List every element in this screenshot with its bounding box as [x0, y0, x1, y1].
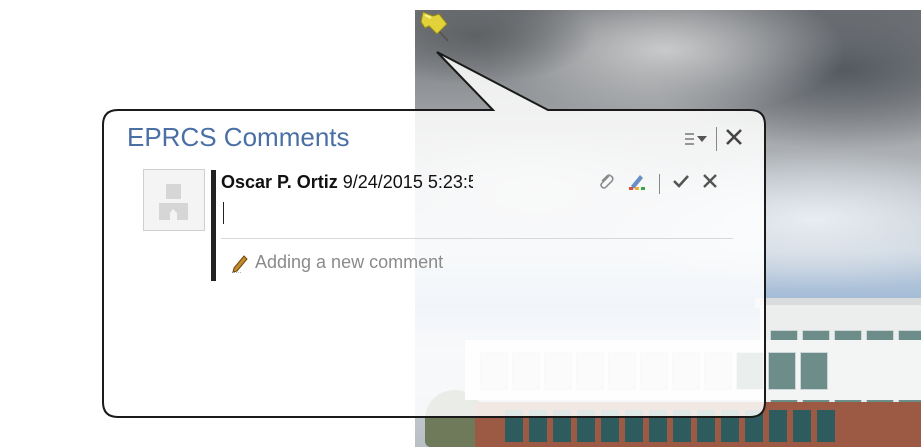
add-comment-label: Adding a new comment: [255, 252, 444, 272]
pushpin-icon[interactable]: [417, 10, 451, 44]
comment-header: Oscar P. Ortiz 9/24/2015 5:23:55 PM: [221, 172, 473, 193]
close-icon[interactable]: [725, 126, 743, 152]
paperclip-icon[interactable]: [597, 172, 615, 195]
comments-panel: EPRCS Comments Oscar P. Ortiz 9/24/2015: [103, 110, 765, 417]
pencil-icon: [232, 254, 248, 273]
list-menu-icon[interactable]: [684, 131, 708, 147]
user-avatar-icon: [143, 169, 205, 231]
comment-divider: [221, 238, 733, 239]
comment-timestamp: 9/24/2015 5:23:55 PM: [342, 172, 473, 192]
action-separator: [659, 173, 660, 194]
comment-text-input[interactable]: [223, 202, 224, 224]
comment-accent-bar: [211, 170, 216, 281]
panel-header-tools: [684, 126, 743, 152]
marker-icon[interactable]: [627, 172, 647, 195]
cancel-comment-icon[interactable]: [702, 173, 718, 194]
panel-title: EPRCS Comments: [127, 122, 350, 152]
comment-actions: [597, 172, 718, 195]
toolbar-separator: [716, 127, 717, 151]
checkmark-icon[interactable]: [672, 173, 690, 194]
comment-author: Oscar P. Ortiz: [221, 172, 338, 192]
add-new-comment[interactable]: Adding a new comment: [231, 252, 443, 273]
